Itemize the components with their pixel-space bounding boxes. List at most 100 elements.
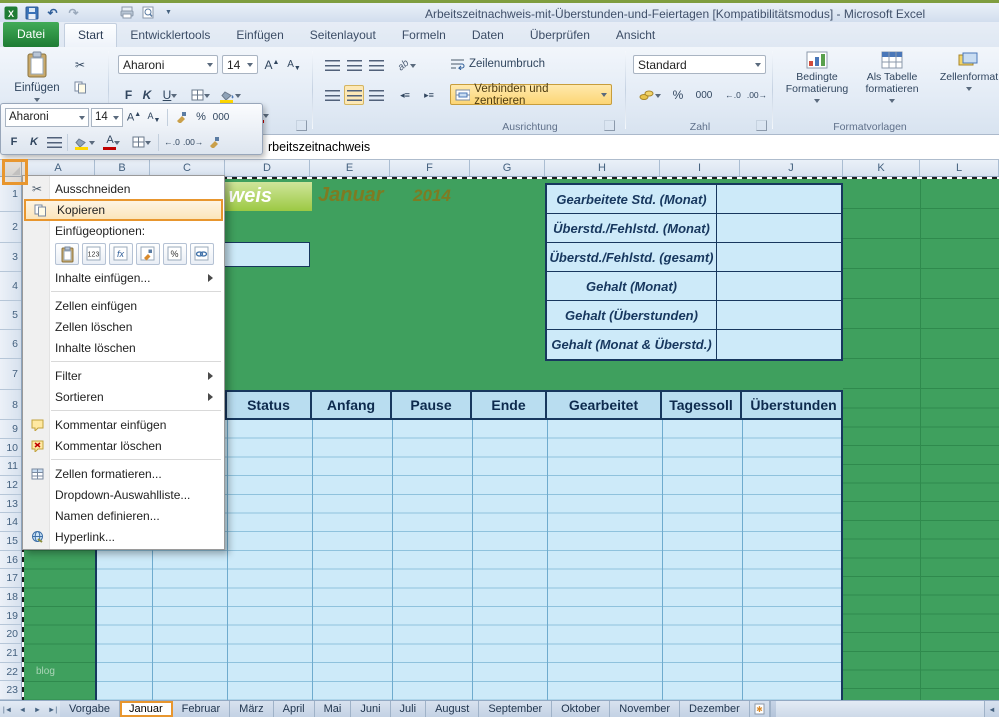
tab-first-button[interactable]: |◄: [0, 701, 15, 717]
comma-style-button[interactable]: 000: [690, 85, 718, 105]
increase-decimal-button[interactable]: ←.0: [722, 85, 744, 105]
number-dialog-launcher[interactable]: [756, 120, 767, 131]
fill-color-button[interactable]: [217, 85, 245, 105]
cut-button[interactable]: ✂: [70, 55, 90, 75]
column-header-l[interactable]: L: [920, 160, 999, 176]
font-size-combobox[interactable]: 14: [222, 55, 258, 74]
borders-button[interactable]: [186, 85, 214, 105]
row-header-8[interactable]: 8: [0, 390, 21, 420]
paste-formatting-icon[interactable]: [136, 243, 160, 265]
column-header-f[interactable]: F: [390, 160, 470, 176]
mini-font-size-combobox[interactable]: 14: [91, 108, 123, 127]
italic-button[interactable]: K: [139, 85, 155, 105]
sheet-tab-juli[interactable]: Juli: [391, 701, 427, 717]
row-header-9[interactable]: 9: [0, 420, 21, 439]
cell-styles-button[interactable]: Zellenformat: [934, 51, 999, 125]
tab-splitter-handle[interactable]: [770, 701, 776, 717]
table-header-uberstunden[interactable]: Überstunden: [742, 392, 843, 418]
column-header-c[interactable]: C: [150, 160, 225, 176]
mini-borders-button[interactable]: [128, 133, 154, 152]
menu-item-inhalte-loschen[interactable]: Inhalte löschen: [23, 337, 224, 358]
menu-item-zellen-loschen[interactable]: Zellen löschen: [23, 316, 224, 337]
alignment-dialog-launcher[interactable]: [604, 120, 615, 131]
menu-item-kommentar-loschen[interactable]: Kommentar löschen: [23, 435, 224, 456]
ribbon-tab-ansicht[interactable]: Ansicht: [603, 24, 668, 47]
copy-button[interactable]: [70, 77, 90, 97]
paste-values-icon[interactable]: 123: [82, 243, 106, 265]
menu-item-dropdown-auswahlliste[interactable]: Dropdown-Auswahlliste...: [23, 484, 224, 505]
shrink-font-button[interactable]: A▼: [284, 55, 304, 75]
ribbon-tab-formeln[interactable]: Formeln: [389, 24, 459, 47]
column-header-k[interactable]: K: [843, 160, 920, 176]
tab-next-button[interactable]: ►: [30, 701, 45, 717]
font-name-combobox[interactable]: Aharoni: [118, 55, 218, 74]
number-format-combobox[interactable]: Standard: [633, 55, 766, 74]
ribbon-tab-seitenlayout[interactable]: Seitenlayout: [297, 24, 389, 47]
sheet-tab-august[interactable]: August: [426, 701, 479, 717]
summary-label[interactable]: Gehalt (Überstunden): [547, 301, 717, 329]
menu-item-zellen-formatieren[interactable]: Zellen formatieren...: [23, 463, 224, 484]
tab-prev-button[interactable]: ◄: [15, 701, 30, 717]
ribbon-tab-einfugen[interactable]: Einfügen: [223, 24, 296, 47]
sheet-tab-dezember[interactable]: Dezember: [680, 701, 750, 717]
summary-value-cell[interactable]: [717, 272, 841, 300]
excel-button[interactable]: X: [2, 4, 19, 21]
sheet-tab-juni[interactable]: Juni: [351, 701, 390, 717]
mini-format-painter-button[interactable]: [172, 108, 190, 127]
mini-align-center-button[interactable]: [45, 133, 63, 152]
summary-label[interactable]: Gehalt (Monat): [547, 272, 717, 300]
column-header-g[interactable]: G: [470, 160, 545, 176]
table-header-tagessoll[interactable]: Tagessoll: [662, 392, 742, 418]
summary-value-cell[interactable]: [717, 214, 841, 242]
column-header-b[interactable]: B: [95, 160, 150, 176]
column-header-a[interactable]: A: [22, 160, 95, 176]
merge-center-button[interactable]: Verbinden und zentrieren: [450, 84, 612, 105]
align-center-button[interactable]: [344, 85, 364, 105]
insert-sheet-tab[interactable]: ✱: [750, 701, 770, 717]
sheet-tab-oktober[interactable]: Oktober: [552, 701, 610, 717]
print-preview-button[interactable]: [139, 4, 156, 21]
align-right-button[interactable]: [366, 85, 386, 105]
summary-label[interactable]: Überstd./Fehlstd. (Monat): [547, 214, 717, 242]
paste-formulas-icon[interactable]: fx: [109, 243, 133, 265]
qat-menu-button[interactable]: ▼: [160, 4, 177, 21]
mini-percent-style-button[interactable]: %: [192, 108, 210, 127]
row-header-11[interactable]: 11: [0, 457, 21, 476]
sheet-tab-vorgabe[interactable]: Vorgabe: [60, 701, 120, 717]
menu-item-inhalte-einfugen[interactable]: Inhalte einfügen...: [23, 267, 224, 288]
row-header-7[interactable]: 7: [0, 359, 21, 390]
decrease-indent-button[interactable]: ◂≡: [394, 85, 416, 105]
summary-value-cell[interactable]: [717, 185, 841, 213]
row-header-10[interactable]: 10: [0, 439, 21, 457]
ribbon-tab-uberprufen[interactable]: Überprüfen: [517, 24, 603, 47]
row-header-3[interactable]: 3: [0, 243, 21, 272]
mini-grow-font-button[interactable]: A▲: [125, 108, 143, 127]
tab-last-button[interactable]: ►|: [45, 701, 60, 717]
menu-item-filter[interactable]: Filter: [23, 365, 224, 386]
sheet-tab-november[interactable]: November: [610, 701, 680, 717]
align-middle-button[interactable]: [344, 55, 364, 75]
column-header-j[interactable]: J: [740, 160, 843, 176]
mini-increase-decimal-button[interactable]: ←.0: [163, 133, 181, 152]
row-header-12[interactable]: 12: [0, 476, 21, 495]
menu-item-zellen-einfugen[interactable]: Zellen einfügen: [23, 295, 224, 316]
row-header-2[interactable]: 2: [0, 212, 21, 243]
row-header-15[interactable]: 15: [0, 532, 21, 551]
row-header-13[interactable]: 13: [0, 495, 21, 513]
menu-item-namen-definieren[interactable]: Namen definieren...: [23, 505, 224, 526]
increase-indent-button[interactable]: ▸≡: [418, 85, 440, 105]
mini-font-color-button[interactable]: A: [100, 133, 126, 152]
paste-percent-icon[interactable]: %: [163, 243, 187, 265]
summary-value-cell[interactable]: [717, 301, 841, 329]
table-header-ende[interactable]: Ende: [472, 392, 547, 418]
align-top-button[interactable]: [322, 55, 342, 75]
sheet-tab-februar[interactable]: Februar: [173, 701, 231, 717]
table-header-anfang[interactable]: Anfang: [312, 392, 392, 418]
conditional-formatting-button[interactable]: Bedingte Formatierung: [784, 51, 850, 125]
paste-icon[interactable]: [55, 243, 79, 265]
sheet-tab-mai[interactable]: Mai: [315, 701, 352, 717]
align-left-button[interactable]: [322, 85, 342, 105]
row-header-4[interactable]: 4: [0, 272, 21, 301]
ribbon-tab-daten[interactable]: Daten: [459, 24, 517, 47]
redo-button[interactable]: ↷: [65, 4, 82, 21]
